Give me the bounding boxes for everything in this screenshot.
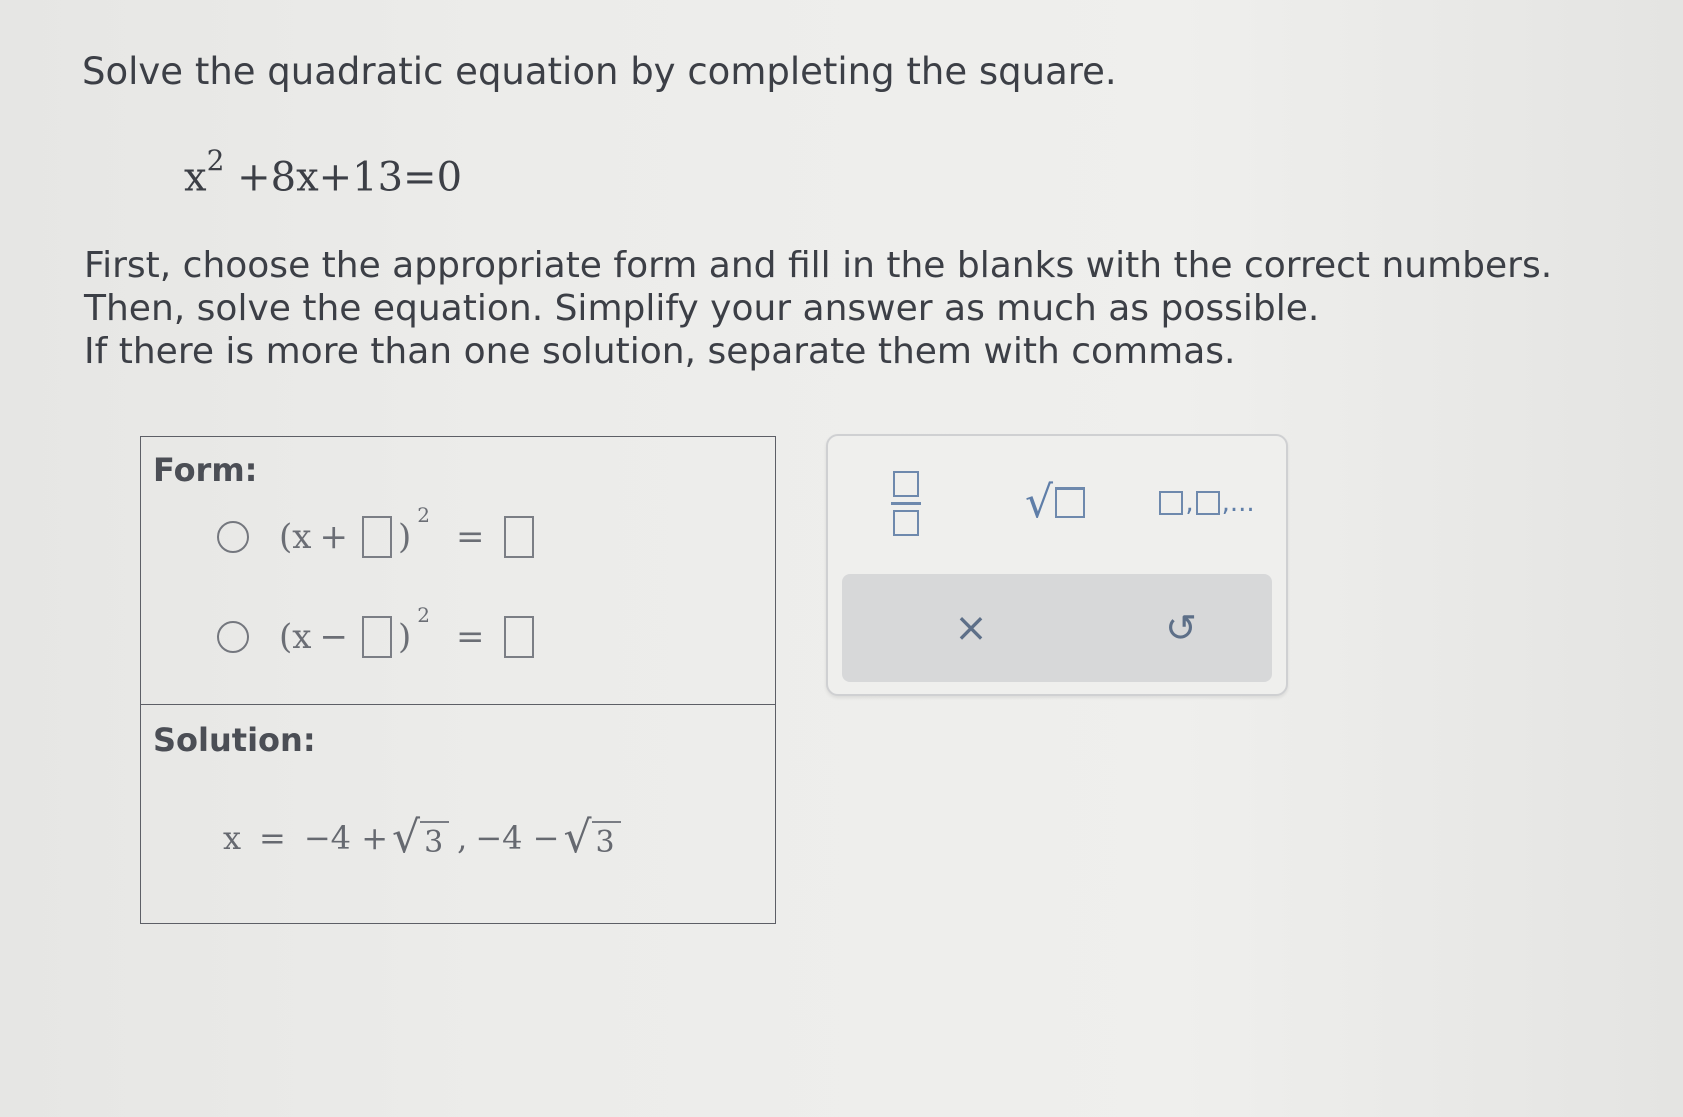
instruction-line: If there is more than one solution, sepa… (84, 331, 1236, 372)
list-icon[interactable]: , ,... (1156, 488, 1256, 518)
fraction-bar (891, 501, 921, 505)
option-open-paren: (x (279, 517, 312, 557)
equation-remainder: +8x+13=0 (237, 154, 463, 201)
math-toolbar: √ , ,... × ↺ (826, 434, 1288, 696)
blank-input-rhs[interactable] (504, 616, 535, 658)
solution-first-term: −4 + (303, 818, 389, 857)
blank-input-rhs[interactable] (504, 516, 535, 558)
list-box-1 (1159, 491, 1184, 515)
solution-label: Solution: (153, 721, 316, 759)
sqrt-expression: √ 3 (563, 812, 621, 863)
option-open-paren: (x (279, 617, 312, 657)
option-exponent: 2 (417, 603, 430, 627)
solution-variable: x (223, 818, 242, 857)
option-sign: − (319, 617, 348, 657)
instructions: First, choose the appropriate form and f… (84, 244, 1552, 373)
sqrt-symbol: √ (392, 812, 421, 863)
instruction-line: Then, solve the equation. Simplify your … (84, 288, 1320, 329)
list-ellipsis: ,... (1221, 488, 1255, 518)
action-bar: × ↺ (842, 574, 1272, 682)
equation-variable: x (184, 154, 207, 201)
form-label: Form: (153, 451, 258, 489)
radicand: 3 (591, 821, 621, 860)
solution-separator: , (457, 818, 468, 857)
form-section: Form: (x + ) 2 = (x − ) 2 = (141, 437, 775, 705)
radio-button-minus[interactable] (217, 621, 249, 653)
option-close-paren: ) (397, 517, 412, 557)
radicand: 3 (420, 821, 450, 860)
answer-panel: Form: (x + ) 2 = (x − ) 2 = Solution: x … (140, 436, 776, 924)
blank-input-inner[interactable] (361, 616, 392, 658)
radio-button-plus[interactable] (217, 521, 249, 553)
square-root-icon[interactable]: √ (1020, 474, 1090, 530)
solution-input[interactable]: x = −4 + √ 3 , −4 − √ 3 (223, 815, 625, 860)
option-equals: = (455, 617, 485, 657)
list-comma: , (1185, 488, 1194, 518)
list-box-2 (1195, 491, 1220, 515)
blank-input-inner[interactable] (361, 516, 392, 558)
instruction-line: First, choose the appropriate form and f… (84, 245, 1553, 286)
undo-button[interactable]: ↺ (1150, 602, 1212, 654)
solution-second-term: −4 − (475, 818, 560, 857)
clear-button[interactable]: × (940, 602, 1002, 654)
option-equals: = (455, 517, 485, 557)
quadratic-equation: x2 +8x+13=0 (184, 144, 463, 201)
option-sign: + (319, 517, 348, 557)
sqrt-glyph: √ (1024, 476, 1054, 528)
sqrt-box (1055, 486, 1086, 518)
fraction-denominator-box (893, 509, 919, 536)
fraction-icon[interactable] (886, 468, 926, 538)
question-title: Solve the quadratic equation by completi… (82, 50, 1117, 93)
equation-exponent: 2 (206, 144, 225, 177)
option-close-paren: ) (397, 617, 412, 657)
option-exponent: 2 (417, 503, 430, 527)
sqrt-symbol: √ (563, 812, 592, 863)
sqrt-expression: √ 3 (392, 812, 450, 863)
form-option-minus[interactable]: (x − ) 2 = (217, 603, 540, 667)
solution-equals: = (259, 818, 286, 857)
form-option-plus[interactable]: (x + ) 2 = (217, 503, 540, 567)
fraction-numerator-box (893, 470, 919, 497)
